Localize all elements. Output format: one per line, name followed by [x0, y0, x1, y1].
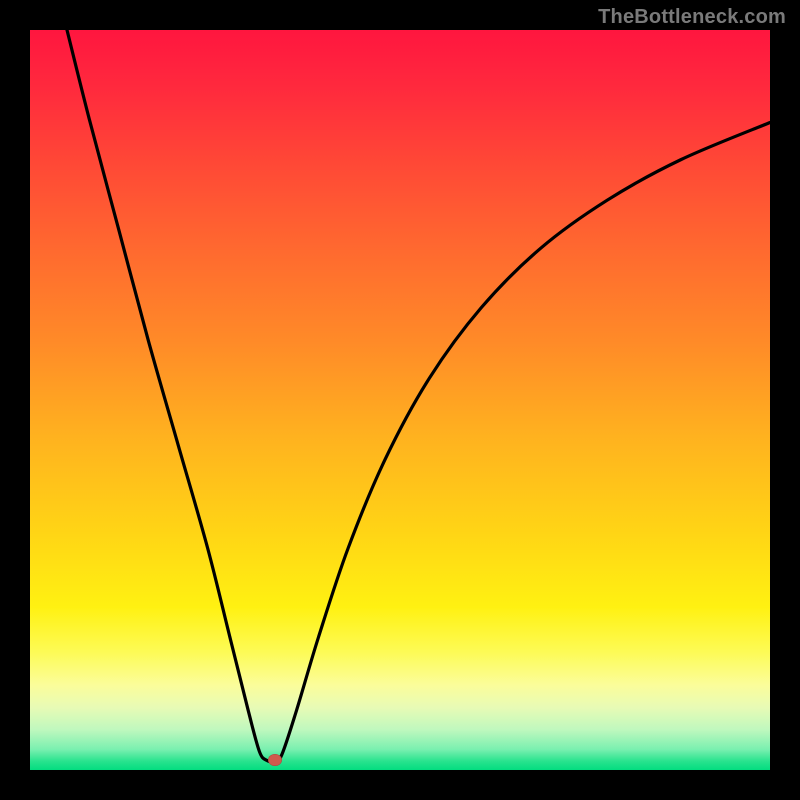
watermark-text: TheBottleneck.com	[598, 6, 786, 29]
chart-frame: TheBottleneck.com	[0, 0, 800, 800]
bottleneck-curve	[30, 30, 770, 770]
plot-area	[30, 30, 770, 770]
optimal-point-marker	[268, 754, 282, 766]
